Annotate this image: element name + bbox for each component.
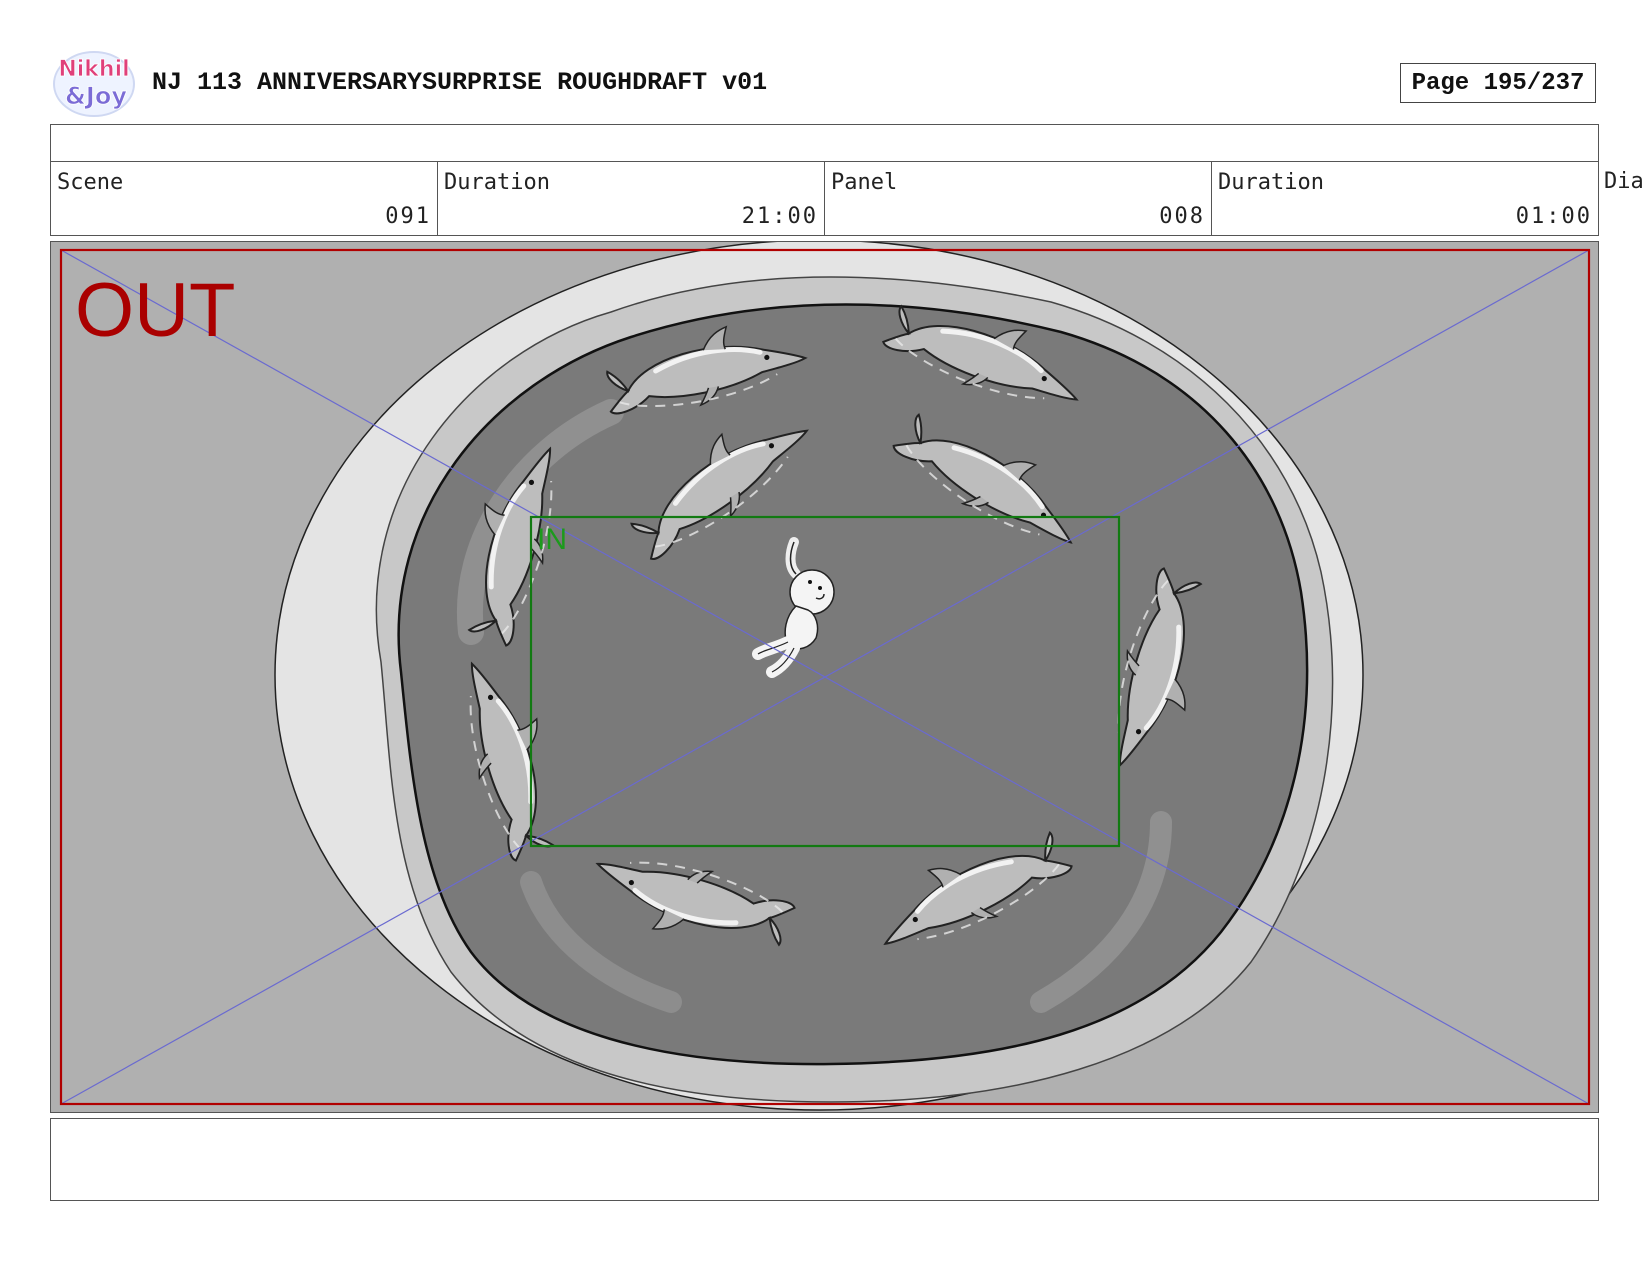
panel-artwork: OUT IN	[51, 242, 1598, 1112]
logo-text-top: Nikhil	[58, 57, 129, 82]
document-title: NJ 113 ANNIVERSARYSURPRISE ROUGHDRAFT v0…	[152, 68, 768, 97]
scene-label: Scene	[57, 170, 124, 195]
logo-text-bottom: &Joy	[65, 82, 127, 110]
panel-duration-value: 01:00	[1515, 204, 1592, 229]
panel-value: 008	[1159, 204, 1205, 229]
storyboard-panel: OUT IN	[50, 241, 1599, 1113]
page-number: Page 195/237	[1400, 63, 1596, 103]
show-logo: Nikhil &Joy	[52, 48, 136, 118]
scene-value: 091	[385, 204, 431, 229]
panel-label: Panel	[831, 170, 898, 195]
scene-field: Scene 091	[50, 161, 438, 236]
header-strip	[50, 124, 1599, 162]
field-row: Scene 091 Duration 21:00 Panel 008 Durat…	[50, 161, 1650, 236]
scene-duration-field: Duration 21:00	[437, 161, 825, 236]
out-label: OUT	[75, 268, 235, 353]
scene-duration-label: Duration	[444, 170, 550, 195]
in-label: IN	[537, 523, 567, 556]
notes-box	[50, 1118, 1599, 1201]
panel-duration-label: Duration	[1218, 170, 1324, 195]
panel-duration-field: Duration 01:00	[1211, 161, 1599, 236]
panel-field: Panel 008	[824, 161, 1212, 236]
scene-duration-value: 21:00	[741, 204, 818, 229]
dialogue-label: Dia	[1604, 169, 1644, 194]
